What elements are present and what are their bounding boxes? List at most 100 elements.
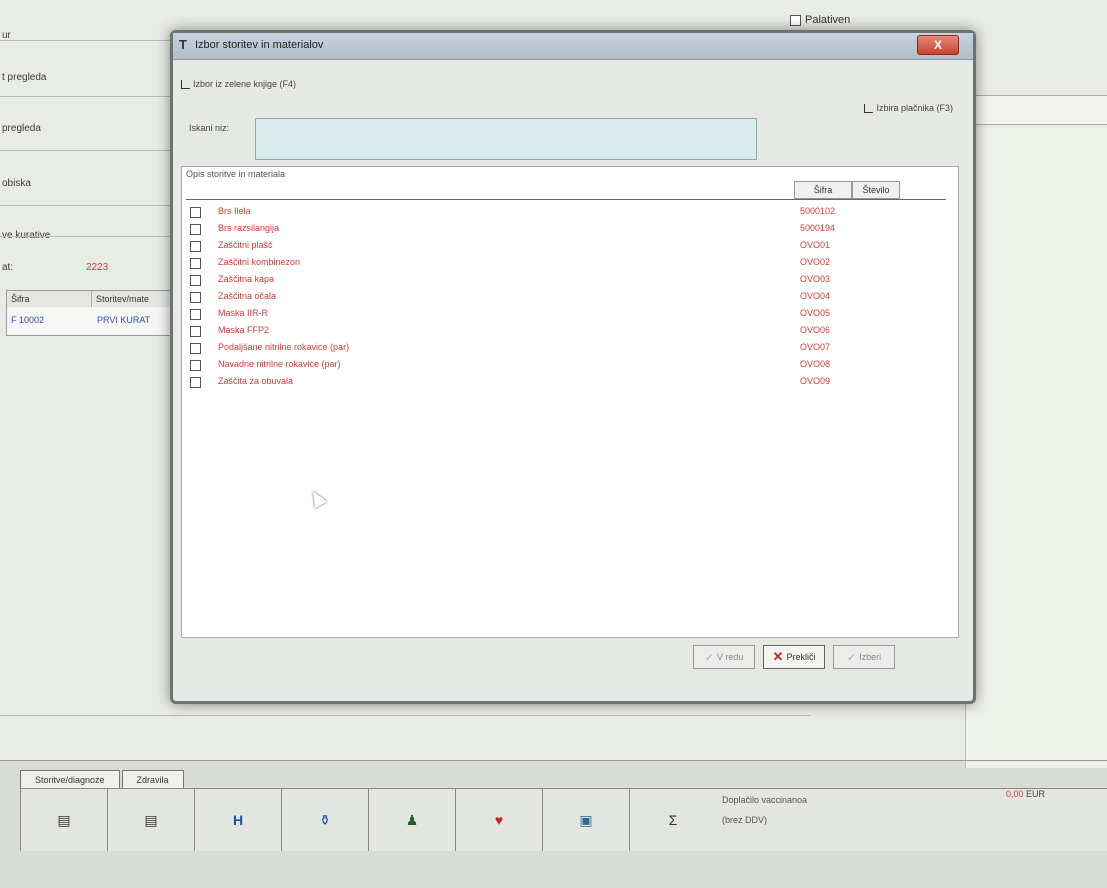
palativen-label: Palativen (805, 14, 851, 26)
search-input[interactable] (255, 118, 757, 160)
summary-currency: EUR (1026, 789, 1046, 799)
item-name: Maska IIR-R (218, 308, 269, 318)
bg-red-value: 2223 (86, 262, 109, 273)
item-name: Maska FFP2 (218, 325, 270, 335)
item-code: OVO08 (800, 359, 831, 369)
save-alt-button[interactable]: ▤ (108, 789, 195, 851)
item-code: OVO07 (800, 342, 831, 352)
item-checkbox[interactable] (190, 326, 201, 337)
summary-value: 0,00 (1006, 789, 1024, 799)
h-icon: H (232, 812, 244, 828)
list-item[interactable]: Zaščitni kombinezon OVO02 (190, 256, 850, 273)
checkbox-icon (181, 79, 190, 89)
item-checkbox[interactable] (190, 309, 201, 320)
heart-button[interactable]: ♥ (456, 789, 543, 851)
item-name: Zaščitni plašč (218, 240, 273, 250)
divider (0, 760, 1107, 761)
item-checkbox[interactable] (190, 258, 201, 269)
list-item[interactable]: Maska FFP2 OVO06 (190, 324, 850, 341)
item-code: OVO05 (800, 308, 831, 318)
item-checkbox[interactable] (190, 224, 201, 235)
camera-button[interactable]: ▣ (543, 789, 630, 851)
sigma-icon: Σ (668, 812, 678, 828)
palativen-checkbox[interactable]: Palativen (790, 14, 850, 26)
list-item[interactable]: Brs razsilangija 5000194 (190, 222, 850, 239)
grid-header-storitev[interactable]: Storitev/mate (92, 291, 177, 307)
item-name: Zaščitna očala (218, 291, 277, 301)
bottom-toolbar: ▤ ▤ H ⚱ ♟ ♥ ▣ Σ (20, 788, 720, 851)
divider (0, 150, 170, 151)
heart-icon: ♥ (494, 812, 504, 828)
list-item[interactable]: Podaljšane nitrilne rokavice (par) OVO07 (190, 341, 850, 358)
grid-cell-sifra[interactable]: F 10002 (11, 315, 44, 325)
item-name: Brs Ilela (218, 206, 251, 216)
item-checkbox[interactable] (190, 241, 201, 252)
dialog-title-bar[interactable]: T Izbor storitev in materialov X (173, 33, 973, 60)
user-s-icon: ♟ (405, 811, 419, 828)
close-button[interactable]: X (917, 35, 959, 55)
tab-storitve[interactable]: Storitve/diagnoze (20, 770, 120, 790)
h-button[interactable]: H (195, 789, 282, 851)
app-icon: T (179, 37, 187, 52)
right-header-area (965, 95, 1107, 125)
item-checkbox[interactable] (190, 360, 201, 371)
services-list[interactable]: Opis storitve in materiala Šifra Število… (181, 166, 959, 638)
save-button[interactable]: ▤ (20, 789, 108, 851)
sigma-button[interactable]: Σ (630, 789, 717, 851)
tab-zdravila[interactable]: Zdravila (121, 770, 184, 790)
user-s-button[interactable]: ♟ (369, 789, 456, 851)
cancel-label: Prekliči (786, 652, 816, 662)
list-item[interactable]: Zaščita za obuvala OVO09 (190, 375, 850, 392)
list-item[interactable]: Zaščitna kapa OVO03 (190, 273, 850, 290)
bg-label-at: at: (2, 262, 14, 273)
background-grid[interactable]: Šifra Storitev/mate F 10002 PRVI KURAT (6, 290, 178, 336)
checkbox-icon (790, 14, 801, 26)
item-name: Zaščitni kombinezon (218, 257, 301, 267)
cancel-button[interactable]: ✕ Prekliči (763, 645, 825, 669)
bg-label-pregleda2: pregleda (2, 123, 41, 134)
list-item[interactable]: Brs Ilela 5000102 (190, 205, 850, 222)
ok-button[interactable]: ✓ V redu (693, 645, 755, 669)
summary-line1: Doplačilo vaccinanoa (722, 795, 808, 805)
divider (0, 715, 810, 716)
column-header-sifra[interactable]: Šifra (794, 181, 852, 199)
bottom-tabs: Storitve/diagnoze Zdravila (20, 770, 186, 790)
bottle-icon: ⚱ (319, 811, 331, 828)
checkmark-icon: ✓ (846, 651, 857, 664)
item-code: OVO03 (800, 274, 831, 284)
item-checkbox[interactable] (190, 275, 201, 286)
item-checkbox[interactable] (190, 207, 201, 218)
item-name: Zaščitna kapa (218, 274, 275, 284)
divider (0, 96, 170, 97)
divider (0, 236, 170, 237)
save2-icon: ▤ (144, 811, 158, 828)
izbira-placnika-checkbox[interactable]: Izbira plačnika (F3) (864, 103, 953, 113)
bg-label-pregleda1: t pregleda (2, 72, 47, 83)
izbira-placnika-label: Izbira plačnika (F3) (876, 103, 953, 113)
list-item[interactable]: Zaščitna očala OVO04 (190, 290, 850, 307)
grid-header-sifra[interactable]: Šifra (7, 291, 92, 307)
item-code: 5000194 (800, 223, 836, 233)
list-item[interactable]: Maska IIR-R OVO05 (190, 307, 850, 324)
list-item[interactable]: Zaščitni plašč OVO01 (190, 239, 850, 256)
camera-icon: ▣ (579, 811, 593, 828)
list-item[interactable]: Navadne nitrilne rokavice (par) OVO08 (190, 358, 850, 375)
bottle-button[interactable]: ⚱ (282, 789, 369, 851)
checkbox-icon (864, 103, 874, 113)
right-panel (965, 128, 1107, 768)
checkmark-icon: ✓ (704, 651, 714, 664)
zelena-knjiga-checkbox[interactable]: Izbor iz zelene knjige (F4) (181, 79, 296, 89)
select-button[interactable]: ✓ Izberi (833, 645, 895, 669)
item-checkbox[interactable] (190, 292, 201, 303)
grid-cell-storitev[interactable]: PRVI KURAT (97, 315, 150, 325)
bg-label-obiska: obiska (2, 178, 31, 189)
summary-panel: Doplačilo vaccinanoa (brez DDV) 0,00 EUR (716, 788, 1107, 851)
item-checkbox[interactable] (190, 343, 201, 354)
item-checkbox[interactable] (190, 377, 201, 388)
divider (0, 205, 170, 206)
list-title: Opis storitve in materiala (186, 169, 286, 179)
column-header-stevilo[interactable]: Število (852, 181, 900, 199)
item-code: OVO02 (800, 257, 831, 267)
item-name: Navadne nitrilne rokavice (par) (218, 359, 341, 369)
select-services-dialog: T Izbor storitev in materialov X Izbor i… (170, 30, 976, 704)
